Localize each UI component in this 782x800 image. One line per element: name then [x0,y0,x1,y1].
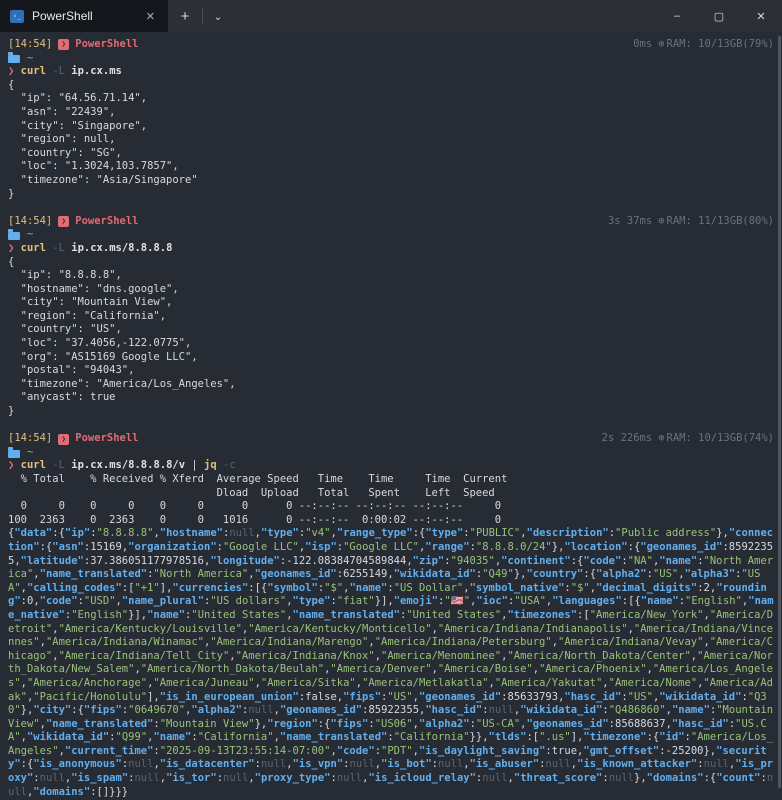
output-line: "anycast": true [8,391,774,405]
tab-title: PowerShell [32,9,135,23]
prompt-chevron-icon: ❯ [8,459,21,471]
working-directory: ~ [8,228,774,242]
prompt-timestamp: [14:54] [8,215,52,229]
output-line: } [8,188,774,202]
directory-path: ~ [27,446,33,460]
terminal-window: ›_ PowerShell ✕ + ⌄ – ▢ ✕ [14:54] ❯ PowerS… [0,0,782,800]
prompt-status: 2s 226ms ⊕RAM: 10/13GB(74%) [602,432,774,446]
output-line: "loc": "1.3024,103.7857", [8,160,774,174]
command-token: -c [223,459,236,471]
command-duration: 2s 226ms [602,432,653,446]
output-line: "ip": "8.8.8.8", [8,269,774,283]
prompt-header-left: [14:54] ❯ PowerShell [8,432,138,446]
command-token: ip.cx.ms/8.8.8.8 [71,242,172,254]
shell-name: PowerShell [75,215,138,229]
prompt-timestamp: [14:54] [8,38,52,52]
prompt-header: [14:54] ❯ PowerShell 0ms ⊕RAM: 10/13GB(79%) [8,38,774,52]
command-block: [14:54] ❯ PowerShell 3s 37ms ⊕RAM: 11/13GB(8… [8,215,774,419]
command-duration: 3s 37ms [608,215,652,229]
command-token: curl [21,242,46,254]
folder-icon [8,55,20,63]
output-line: { [8,79,774,93]
shell-name: PowerShell [75,432,138,446]
minimize-button[interactable]: – [656,0,698,32]
command-block: [14:54] ❯ PowerShell 2s 226ms ⊕RAM: 10/13GB(… [8,432,774,799]
ram-icon: ⊕ [658,432,664,446]
terminal-content[interactable]: [14:54]❯PowerShell0ms⊕RAM: 10/13GB(79%)~… [0,32,782,800]
powershell-icon: ❯ [58,434,69,445]
output-line: "hostname": "dns.google", [8,283,774,297]
directory-path: ~ [27,228,33,242]
command-token: curl [21,65,46,77]
close-button[interactable]: ✕ [740,0,782,32]
folder-icon [8,450,20,458]
output-line: "region": "California", [8,310,774,324]
ram-usage: RAM: 10/13GB(74%) [667,432,774,446]
output-line: "country": "SG", [8,147,774,161]
output-line: Dload Upload Total Spent Left Speed [8,487,774,501]
command-line: ❯ curl -L ip.cx.ms/8.8.8.8/v | jq -c [8,459,774,473]
powershell-icon: ❯ [58,216,69,227]
output-line: "city": "Singapore", [8,120,774,134]
command-line: ❯ curl -L ip.cx.ms/8.8.8.8 [8,242,774,256]
prompt-timestamp: [14:54] [8,432,52,446]
working-directory: ~ [8,52,774,66]
output-line: "org": "AS15169 Google LLC", [8,351,774,365]
powershell-tab-icon: ›_ [10,10,24,23]
prompt-chevron-icon: ❯ [8,242,21,254]
tab-bar: ›_ PowerShell ✕ + ⌄ – ▢ ✕ [0,0,782,32]
command-line: ❯ curl -L ip.cx.ms [8,65,774,79]
ram-usage: RAM: 10/13GB(79%) [667,38,774,52]
ram-usage: RAM: 11/13GB(80%) [667,215,774,229]
ram-icon: ⊕ [658,215,664,229]
working-directory: ~ [8,446,774,460]
tab-powershell[interactable]: ›_ PowerShell ✕ [0,0,168,32]
jq-json-output: {"data":{"ip":"8.8.8.8","hostname":null,… [8,527,774,799]
output-line: "postal": "94043", [8,364,774,378]
command-token: ip.cx.ms [71,65,122,77]
folder-icon [8,232,20,240]
powershell-icon: ❯ [58,39,69,50]
output-line: "timezone": "America/Los_Angeles", [8,378,774,392]
command-token: curl [21,459,46,471]
command-token: -L [52,242,65,254]
prompt-header-left: [14:54] ❯ PowerShell [8,38,138,52]
scrollbar[interactable] [778,36,781,788]
tab-dropdown-icon[interactable]: ⌄ [203,0,233,32]
output-line: { [8,256,774,270]
output-line: % Total % Received % Xferd Average Speed… [8,473,774,487]
output-line: 0 0 0 0 0 0 0 0 --:--:-- --:--:-- --:--:… [8,500,774,514]
output-line: } [8,405,774,419]
tab-close-icon[interactable]: ✕ [143,8,158,25]
prompt-status: 0ms ⊕RAM: 10/13GB(79%) [633,38,774,52]
prompt-header: [14:54] ❯ PowerShell 3s 37ms ⊕RAM: 11/13GB(8… [8,215,774,229]
prompt-header: [14:54] ❯ PowerShell 2s 226ms ⊕RAM: 10/13GB(… [8,432,774,446]
output-line: "region": null, [8,133,774,147]
window-controls: – ▢ ✕ [656,0,782,32]
output-line: "ip": "64.56.71.14", [8,92,774,106]
prompt-header-left: [14:54] ❯ PowerShell [8,215,138,229]
output-line: "country": "US", [8,323,774,337]
command-token: ip.cx.ms/8.8.8.8/v [71,459,185,471]
command-block: [14:54] ❯ PowerShell 0ms ⊕RAM: 10/13GB(79%) ~… [8,38,774,201]
output-line: "timezone": "Asia/Singapore" [8,174,774,188]
directory-path: ~ [27,52,33,66]
ram-icon: ⊕ [658,38,664,52]
output-line: "loc": "37.4056,-122.0775", [8,337,774,351]
prompt-status: 3s 37ms ⊕RAM: 11/13GB(80%) [608,215,774,229]
command-duration: 0ms [633,38,652,52]
output-line: 100 2363 0 2363 0 0 1016 0 --:--:-- 0:00… [8,514,774,528]
command-token: -L [52,459,65,471]
output-line: "asn": "22439", [8,106,774,120]
command-token: -L [52,65,65,77]
shell-name: PowerShell [75,38,138,52]
maximize-button[interactable]: ▢ [698,0,740,32]
output-line: "city": "Mountain View", [8,296,774,310]
new-tab-button[interactable]: + [168,0,202,32]
command-token: jq [204,459,217,471]
prompt-chevron-icon: ❯ [8,65,21,77]
